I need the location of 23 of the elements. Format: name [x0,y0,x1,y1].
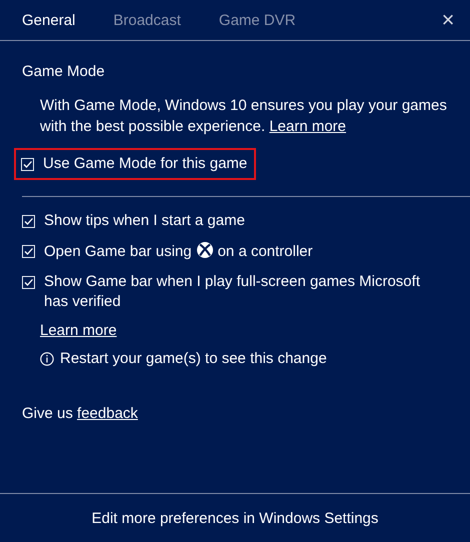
checkbox[interactable] [22,215,35,228]
controller-logo-icon [196,241,214,259]
description-text: With Game Mode, Windows 10 ensures you play your games with the best possible experience. Learn more [40,96,448,137]
tab[interactable]: Game DVR [218,12,296,28]
section-heading: Game Mode [22,62,106,82]
info-icon [40,352,54,366]
feedback-link[interactable]: feedback [77,405,138,422]
option-label: Open Game bar using [44,243,192,260]
checkbox[interactable] [22,245,35,258]
notice-text: Restart your game(s) to see this change [60,350,327,367]
close-button[interactable]: × [434,7,462,33]
settings-button[interactable]: Edit more preferences in Windows Settings [86,508,384,528]
learn-more-link[interactable]: Learn more [40,322,117,339]
tab[interactable]: General [22,12,76,28]
option-label: Use Game Mode for this game [43,155,248,172]
checkbox[interactable] [21,158,34,171]
option-label: on a controller [218,243,313,260]
option-label: Show Game bar when I play full-screen games Microsoft has verified [44,273,420,310]
option-label: Show tips when I start a game [44,212,245,229]
learn-more-link[interactable]: Learn more [269,118,346,135]
checkbox[interactable] [22,276,35,289]
feedback-text: Give us feedback [22,405,138,422]
tab[interactable]: Broadcast [113,12,181,28]
